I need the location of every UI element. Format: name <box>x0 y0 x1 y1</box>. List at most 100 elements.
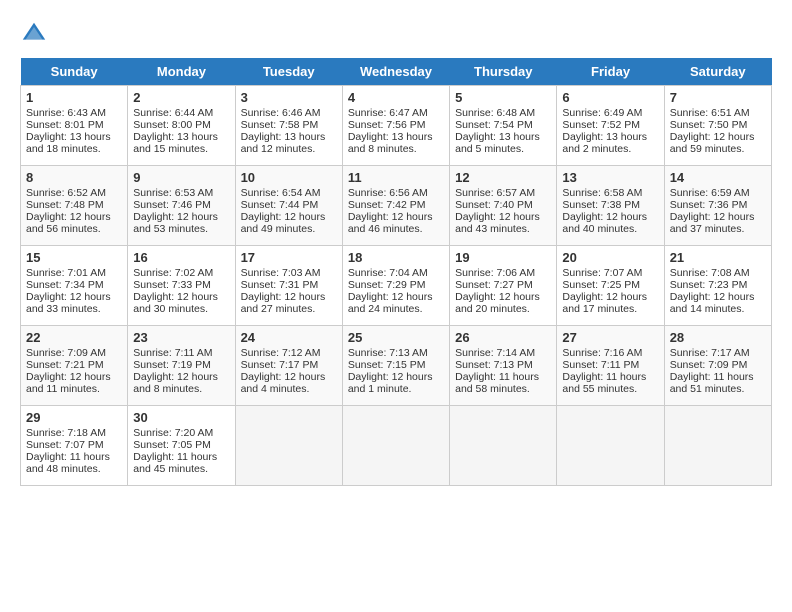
sunset-text: Sunset: 7:50 PM <box>670 119 748 131</box>
sunset-text: Sunset: 7:46 PM <box>133 199 211 211</box>
sunset-text: Sunset: 7:44 PM <box>241 199 319 211</box>
calendar-cell: 12Sunrise: 6:57 AMSunset: 7:40 PMDayligh… <box>450 166 557 246</box>
daylight-text: Daylight: 13 hours and 8 minutes. <box>348 131 433 155</box>
daylight-text: Daylight: 12 hours and 40 minutes. <box>562 211 647 235</box>
sunrise-text: Sunrise: 7:11 AM <box>133 347 212 359</box>
day-number: 17 <box>241 250 337 265</box>
sunrise-text: Sunrise: 7:02 AM <box>133 267 213 279</box>
daylight-text: Daylight: 12 hours and 30 minutes. <box>133 291 218 315</box>
daylight-text: Daylight: 12 hours and 49 minutes. <box>241 211 326 235</box>
sunset-text: Sunset: 7:33 PM <box>133 279 211 291</box>
daylight-text: Daylight: 12 hours and 33 minutes. <box>26 291 111 315</box>
daylight-text: Daylight: 13 hours and 15 minutes. <box>133 131 218 155</box>
sunset-text: Sunset: 7:07 PM <box>26 439 104 451</box>
calendar-cell: 10Sunrise: 6:54 AMSunset: 7:44 PMDayligh… <box>235 166 342 246</box>
sunset-text: Sunset: 7:25 PM <box>562 279 640 291</box>
logo-icon <box>20 20 48 48</box>
sunrise-text: Sunrise: 6:47 AM <box>348 107 428 119</box>
calendar-cell: 25 Sunrise: 7:13 AMSunset: 7:15 PMDayligh… <box>342 326 449 406</box>
calendar-cell: 13Sunrise: 6:58 AMSunset: 7:38 PMDayligh… <box>557 166 664 246</box>
day-number: 2 <box>133 90 229 105</box>
daylight-text: Daylight: 13 hours and 12 minutes. <box>241 131 326 155</box>
calendar-cell: 2Sunrise: 6:44 AMSunset: 8:00 PMDaylight… <box>128 86 235 166</box>
sunset-text: Sunset: 7:34 PM <box>26 279 104 291</box>
sunrise-text: Sunrise: 7:14 AM <box>455 347 535 359</box>
day-number: 7 <box>670 90 766 105</box>
day-number: 18 <box>348 250 444 265</box>
daylight-text: Daylight: 11 hours and 51 minutes. <box>670 371 754 395</box>
calendar-cell: 27Sunrise: 7:16 AMSunset: 7:11 PMDayligh… <box>557 326 664 406</box>
sunrise-text: Sunrise: 6:58 AM <box>562 187 642 199</box>
daylight-text: Daylight: 12 hours and 4 minutes. <box>241 371 326 395</box>
day-number: 3 <box>241 90 337 105</box>
day-number: 19 <box>455 250 551 265</box>
calendar-cell: 23Sunrise: 7:11 AMSunset: 7:19 PMDayligh… <box>128 326 235 406</box>
sunset-text: Sunset: 7:23 PM <box>670 279 748 291</box>
day-number: 30 <box>133 410 229 425</box>
day-number: 14 <box>670 170 766 185</box>
daylight-text: Daylight: 12 hours and 14 minutes. <box>670 291 755 315</box>
calendar-cell: 14Sunrise: 6:59 AMSunset: 7:36 PMDayligh… <box>664 166 771 246</box>
sunrise-text: Sunrise: 7:20 AM <box>133 427 213 439</box>
day-number: 11 <box>348 170 444 185</box>
sunrise-text: Sunrise: 6:59 AM <box>670 187 750 199</box>
sunrise-text: Sunrise: 6:51 AM <box>670 107 750 119</box>
weekday-header: Saturday <box>664 58 771 86</box>
calendar-cell: 17Sunrise: 7:03 AMSunset: 7:31 PMDayligh… <box>235 246 342 326</box>
daylight-text: Daylight: 11 hours and 58 minutes. <box>455 371 539 395</box>
day-number: 13 <box>562 170 658 185</box>
weekday-header: Monday <box>128 58 235 86</box>
sunrise-text: Sunrise: 6:54 AM <box>241 187 321 199</box>
sunrise-text: Sunrise: 7:03 AM <box>241 267 321 279</box>
daylight-text: Daylight: 11 hours and 55 minutes. <box>562 371 646 395</box>
daylight-text: Daylight: 11 hours and 48 minutes. <box>26 451 110 475</box>
sunset-text: Sunset: 8:01 PM <box>26 119 104 131</box>
sunset-text: Sunset: 7:42 PM <box>348 199 426 211</box>
calendar-cell: 5Sunrise: 6:48 AMSunset: 7:54 PMDaylight… <box>450 86 557 166</box>
daylight-text: Daylight: 12 hours and 11 minutes. <box>26 371 111 395</box>
calendar-cell: 22 Sunrise: 7:09 AMSunset: 7:21 PMDayligh… <box>21 326 128 406</box>
sunset-text: Sunset: 7:15 PM <box>348 359 426 371</box>
day-number: 25 <box>348 330 444 345</box>
calendar-cell: 19Sunrise: 7:06 AMSunset: 7:27 PMDayligh… <box>450 246 557 326</box>
sunset-text: Sunset: 7:09 PM <box>670 359 748 371</box>
sunset-text: Sunset: 7:21 PM <box>26 359 104 371</box>
calendar-cell: 7Sunrise: 6:51 AMSunset: 7:50 PMDaylight… <box>664 86 771 166</box>
sunrise-text: Sunrise: 7:09 AM <box>26 347 106 359</box>
sunrise-text: Sunrise: 7:17 AM <box>670 347 750 359</box>
calendar-cell: 15Sunrise: 7:01 AMSunset: 7:34 PMDayligh… <box>21 246 128 326</box>
sunrise-text: Sunrise: 6:49 AM <box>562 107 642 119</box>
calendar-cell: 1Sunrise: 6:43 AMSunset: 8:01 PMDaylight… <box>21 86 128 166</box>
calendar-cell: 8Sunrise: 6:52 AMSunset: 7:48 PMDaylight… <box>21 166 128 246</box>
day-number: 22 <box>26 330 122 345</box>
sunset-text: Sunset: 7:27 PM <box>455 279 533 291</box>
daylight-text: Daylight: 12 hours and 53 minutes. <box>133 211 218 235</box>
day-number: 27 <box>562 330 658 345</box>
sunset-text: Sunset: 7:11 PM <box>562 359 639 371</box>
calendar-cell: 24Sunrise: 7:12 AMSunset: 7:17 PMDayligh… <box>235 326 342 406</box>
sunset-text: Sunset: 8:00 PM <box>133 119 211 131</box>
page-header <box>20 20 772 48</box>
sunrise-text: Sunrise: 7:12 AM <box>241 347 321 359</box>
sunrise-text: Sunrise: 7:06 AM <box>455 267 535 279</box>
calendar-cell: 18Sunrise: 7:04 AMSunset: 7:29 PMDayligh… <box>342 246 449 326</box>
sunset-text: Sunset: 7:56 PM <box>348 119 426 131</box>
calendar-week-row: 29 Sunrise: 7:18 AMSunset: 7:07 PMDayligh… <box>21 406 772 486</box>
sunrise-text: Sunrise: 6:57 AM <box>455 187 535 199</box>
day-number: 12 <box>455 170 551 185</box>
calendar-cell: 21Sunrise: 7:08 AMSunset: 7:23 PMDayligh… <box>664 246 771 326</box>
sunset-text: Sunset: 7:36 PM <box>670 199 748 211</box>
sunrise-text: Sunrise: 7:13 AM <box>348 347 428 359</box>
calendar-cell: 28Sunrise: 7:17 AMSunset: 7:09 PMDayligh… <box>664 326 771 406</box>
daylight-text: Daylight: 12 hours and 1 minute. <box>348 371 433 395</box>
sunrise-text: Sunrise: 7:08 AM <box>670 267 750 279</box>
sunset-text: Sunset: 7:13 PM <box>455 359 533 371</box>
daylight-text: Daylight: 13 hours and 5 minutes. <box>455 131 540 155</box>
sunrise-text: Sunrise: 7:18 AM <box>26 427 106 439</box>
daylight-text: Daylight: 12 hours and 17 minutes. <box>562 291 647 315</box>
weekday-header: Tuesday <box>235 58 342 86</box>
sunset-text: Sunset: 7:05 PM <box>133 439 211 451</box>
sunrise-text: Sunrise: 7:07 AM <box>562 267 642 279</box>
day-number: 29 <box>26 410 122 425</box>
calendar-cell: 6Sunrise: 6:49 AMSunset: 7:52 PMDaylight… <box>557 86 664 166</box>
